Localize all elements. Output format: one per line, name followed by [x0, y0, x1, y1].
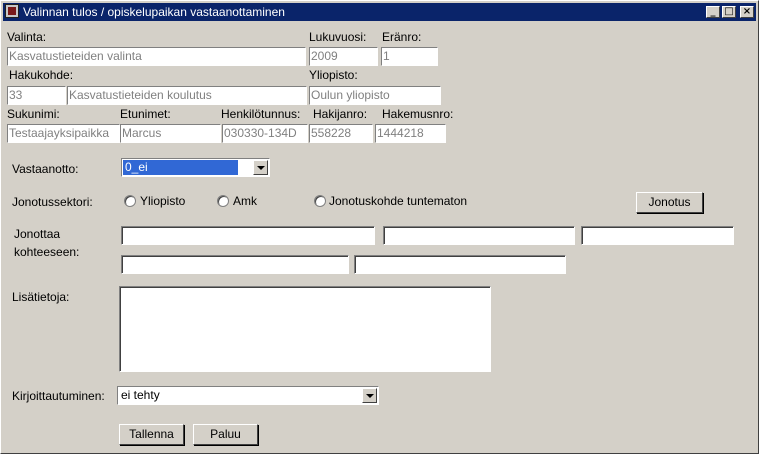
radio-amk[interactable] [217, 195, 229, 207]
title-bar[interactable]: Valinnan tulos / opiskelupaikan vastaano… [3, 3, 756, 21]
lukuvuosi-label: Lukuvuosi: [309, 30, 367, 44]
hakemusnro-field: 1444218 [375, 124, 446, 143]
app-icon [5, 4, 19, 18]
eranro-label: Eränro: [382, 30, 422, 44]
henkilotunnus-label: Henkilötunnus: [221, 107, 301, 121]
vastaanotto-select[interactable]: 0_ei [121, 158, 270, 177]
etunimet-label: Etunimet: [120, 107, 171, 121]
lisatietoja-label: Lisätietoja: [12, 290, 70, 304]
hakijanro-label: Hakijanro: [313, 107, 368, 121]
window-title: Valinnan tulos / opiskelupaikan vastaano… [23, 5, 285, 19]
close-button[interactable]: × [740, 6, 754, 18]
lisatietoja-textarea[interactable] [119, 286, 491, 372]
kirjoittautuminen-select[interactable]: ei tehty [117, 386, 379, 405]
kirjoittautuminen-label: Kirjoittautuminen: [12, 389, 105, 403]
vastaanotto-value: 0_ei [123, 160, 238, 175]
jonottaa-label-line2: kohteeseen: [14, 245, 80, 259]
henkilotunnus-field: 030330-134D [222, 124, 308, 143]
hakukohde-name-field: Kasvatustieteiden koulutus [67, 86, 307, 105]
vastaanotto-label: Vastaanotto: [12, 162, 79, 176]
jonotus-button[interactable]: Jonotus [636, 192, 703, 213]
sukunimi-label: Sukunimi: [7, 107, 60, 121]
minimize-button[interactable]: _ [706, 6, 720, 18]
kirjoittautuminen-value: ei tehty [121, 388, 160, 402]
etunimet-field: Marcus [120, 124, 221, 143]
hakijanro-field: 558228 [309, 124, 373, 143]
hakemusnro-label: Hakemusnro: [382, 107, 454, 121]
radio-yliopisto[interactable] [124, 195, 136, 207]
radio-amk-label: Amk [233, 194, 257, 208]
yliopisto-label: Yliopisto: [309, 68, 358, 82]
hakukohde-code-field: 33 [7, 86, 66, 105]
radio-tuntematon-label: Jonotuskohde tuntematon [329, 194, 468, 208]
tallenna-button[interactable]: Tallenna [119, 424, 184, 445]
yliopisto-field: Oulun yliopisto [309, 86, 441, 105]
valinta-field: Kasvatustieteiden valinta [7, 47, 306, 66]
jonottaa-input-2[interactable] [383, 226, 575, 245]
main-window: Valinnan tulos / opiskelupaikan vastaano… [0, 0, 759, 454]
jonottaa-input-4[interactable] [121, 255, 349, 274]
radio-tuntematon[interactable] [314, 195, 326, 207]
maximize-button[interactable]: □ [722, 6, 736, 18]
eranro-field: 1 [381, 47, 438, 66]
jonottaa-input-3[interactable] [581, 226, 734, 245]
sukunimi-field: Testaajayksipaikka [7, 124, 120, 143]
hakukohde-label: Hakukohde: [9, 68, 74, 82]
valinta-label: Valinta: [7, 30, 47, 44]
lukuvuosi-field: 2009 [309, 47, 378, 66]
jonottaa-input-1[interactable] [121, 226, 375, 245]
jonottaa-input-5[interactable] [354, 255, 566, 274]
jonottaa-label-line1: Jonottaa [14, 227, 61, 241]
radio-yliopisto-label: Yliopisto [140, 194, 186, 208]
paluu-button[interactable]: Paluu [193, 424, 258, 445]
chevron-down-icon[interactable] [253, 160, 268, 175]
chevron-down-icon[interactable] [362, 388, 377, 403]
jonotussektori-label: Jonotussektori: [12, 195, 93, 209]
